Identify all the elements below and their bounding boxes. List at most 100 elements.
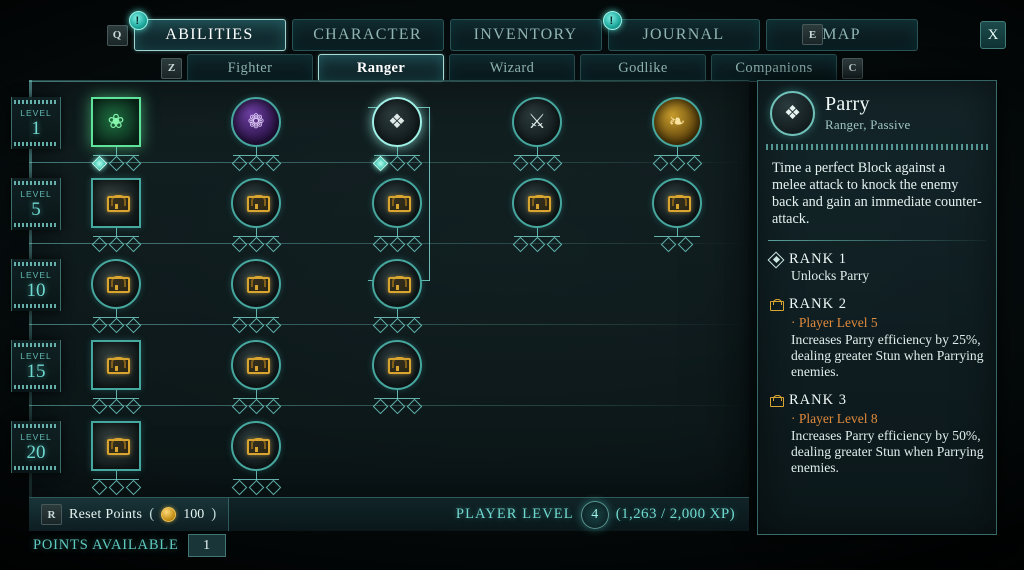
nav-tab-map[interactable]: MAP — [765, 19, 918, 51]
poison-bomb-icon: ❁ — [231, 97, 281, 147]
notification-badge-icon: ! — [128, 11, 148, 30]
notification-badge-icon: ! — [602, 11, 622, 30]
reset-points-button[interactable]: R Reset Points ( 100 ) — [29, 498, 230, 531]
lock-icon — [246, 275, 270, 293]
lock-icon — [387, 194, 411, 212]
lock-icon — [372, 178, 422, 228]
rank-pips — [231, 479, 281, 496]
reset-hotkey[interactable]: R — [41, 504, 62, 525]
rank-pips — [231, 236, 281, 253]
rank-pip — [406, 155, 422, 172]
rank-pip — [512, 155, 528, 172]
lock-icon — [91, 421, 141, 471]
nav-tab-character[interactable]: CHARACTER — [291, 19, 444, 51]
skill-node[interactable] — [91, 259, 141, 334]
rank-pip — [91, 479, 107, 496]
skill-node[interactable] — [372, 340, 422, 415]
level-marker-label: LEVEL — [20, 432, 52, 442]
lock-icon — [387, 275, 411, 293]
lock-icon — [372, 340, 422, 390]
crossed-blades-icon: ⚔ — [512, 97, 562, 147]
skill-node[interactable] — [231, 259, 281, 334]
class-tab-wizard[interactable]: Wizard — [449, 54, 575, 82]
class-tab-godlike[interactable]: Godlike — [580, 54, 706, 82]
lock-icon — [231, 178, 281, 228]
skill-node[interactable] — [91, 340, 141, 415]
rank-pip — [677, 236, 694, 253]
abilities-screen: Q ! ABILITIES CHARACTER INVENTORY! JOURNAL MA… — [0, 0, 1024, 570]
rank-pip — [91, 398, 107, 415]
skill-node[interactable] — [231, 340, 281, 415]
class-tab-companions[interactable]: Companions — [711, 54, 837, 82]
rank-pip — [125, 317, 141, 334]
rank-pip — [265, 317, 281, 334]
level-marker-value: 20 — [26, 442, 46, 463]
ability-info-panel: ❖ Parry Ranger, Passive Time a perfect B… — [757, 80, 997, 535]
rank-pip — [406, 398, 422, 415]
ability-description: Time a perfect Block against a melee att… — [772, 160, 982, 227]
rank-name: RANK 1 — [789, 251, 847, 267]
rank-pips — [91, 236, 141, 253]
nav-tab-label: ABILITIES — [165, 26, 254, 43]
nav-tab-journal[interactable]: ! JOURNAL — [602, 11, 760, 51]
parry-icon: ❖ — [770, 91, 815, 136]
rank-pip — [265, 155, 281, 172]
rank-pips — [652, 236, 702, 253]
skill-node[interactable] — [91, 421, 141, 496]
level-marker-value: 15 — [26, 361, 46, 382]
rank-pip — [406, 236, 422, 253]
lock-icon — [106, 437, 130, 455]
class-tab-fighter[interactable]: Fighter — [187, 54, 313, 82]
skill-node[interactable]: ❧ — [652, 97, 702, 172]
lock-icon — [372, 259, 422, 309]
main-nav: Q ! ABILITIES CHARACTER INVENTORY! JOURNAL MA… — [0, 11, 1024, 52]
lock-icon — [231, 340, 281, 390]
rank-name: RANK 3 — [789, 392, 847, 408]
player-level-label: PLAYER LEVEL — [455, 506, 574, 522]
nav-hotkey-right[interactable]: E — [802, 24, 823, 45]
level-marker-label: LEVEL — [20, 270, 52, 280]
level-marker-value: 10 — [26, 280, 46, 301]
skill-node[interactable]: ⚔ — [512, 97, 562, 172]
skill-node[interactable] — [231, 421, 281, 496]
nav-tab-abilities[interactable]: ! ABILITIES — [128, 11, 286, 51]
poison-bomb-icon: ❁ — [247, 111, 265, 133]
class-hotkey-left[interactable]: Z — [161, 57, 182, 79]
rank-header: RANK 1 — [767, 251, 984, 268]
skill-node[interactable] — [231, 178, 281, 253]
parry-icon: ❖ — [388, 111, 406, 133]
level-marker-label: LEVEL — [20, 108, 52, 118]
nav-tab-label: JOURNAL — [642, 26, 725, 43]
skill-node[interactable] — [652, 178, 702, 253]
ornament-divider — [766, 144, 988, 150]
nav-tab-inventory[interactable]: INVENTORY — [449, 19, 602, 51]
rank-pips — [372, 398, 422, 415]
points-available-bar: POINTS AVAILABLE 1 — [33, 534, 226, 557]
skill-node[interactable] — [512, 178, 562, 253]
class-hotkey-right[interactable]: C — [842, 57, 863, 79]
rank-header: RANK 2 — [770, 296, 984, 313]
skill-node[interactable]: ❖ — [372, 97, 422, 172]
class-tab-label: Companions — [735, 59, 813, 76]
rank-pip — [248, 398, 264, 415]
reset-cost: 100 — [183, 506, 205, 522]
lock-icon — [652, 178, 702, 228]
skill-node[interactable] — [91, 178, 141, 253]
skill-node[interactable] — [372, 259, 422, 334]
skill-node[interactable]: ❁ — [231, 97, 281, 172]
skill-node[interactable] — [372, 178, 422, 253]
coin-icon — [161, 507, 177, 522]
rank-header: RANK 3 — [770, 392, 984, 409]
lock-icon — [387, 356, 411, 374]
class-tab-ranger[interactable]: Ranger — [318, 54, 444, 82]
rank-entry: RANK 1 Unlocks Parry — [767, 251, 984, 284]
nav-hotkey-left[interactable]: Q — [106, 24, 128, 46]
rank-requirement: · Player Level 5 — [791, 315, 878, 330]
close-button[interactable]: X — [980, 21, 1006, 49]
footer-bar: R Reset Points ( 100 ) PLAYER LEVEL 4 (1… — [29, 497, 749, 531]
level-marker-1: LEVEL 1 — [11, 97, 61, 149]
rank-pip — [265, 479, 281, 496]
rank-pip — [669, 155, 685, 172]
tree-row-divider — [29, 81, 749, 82]
skill-node[interactable]: ❀ — [91, 97, 141, 172]
